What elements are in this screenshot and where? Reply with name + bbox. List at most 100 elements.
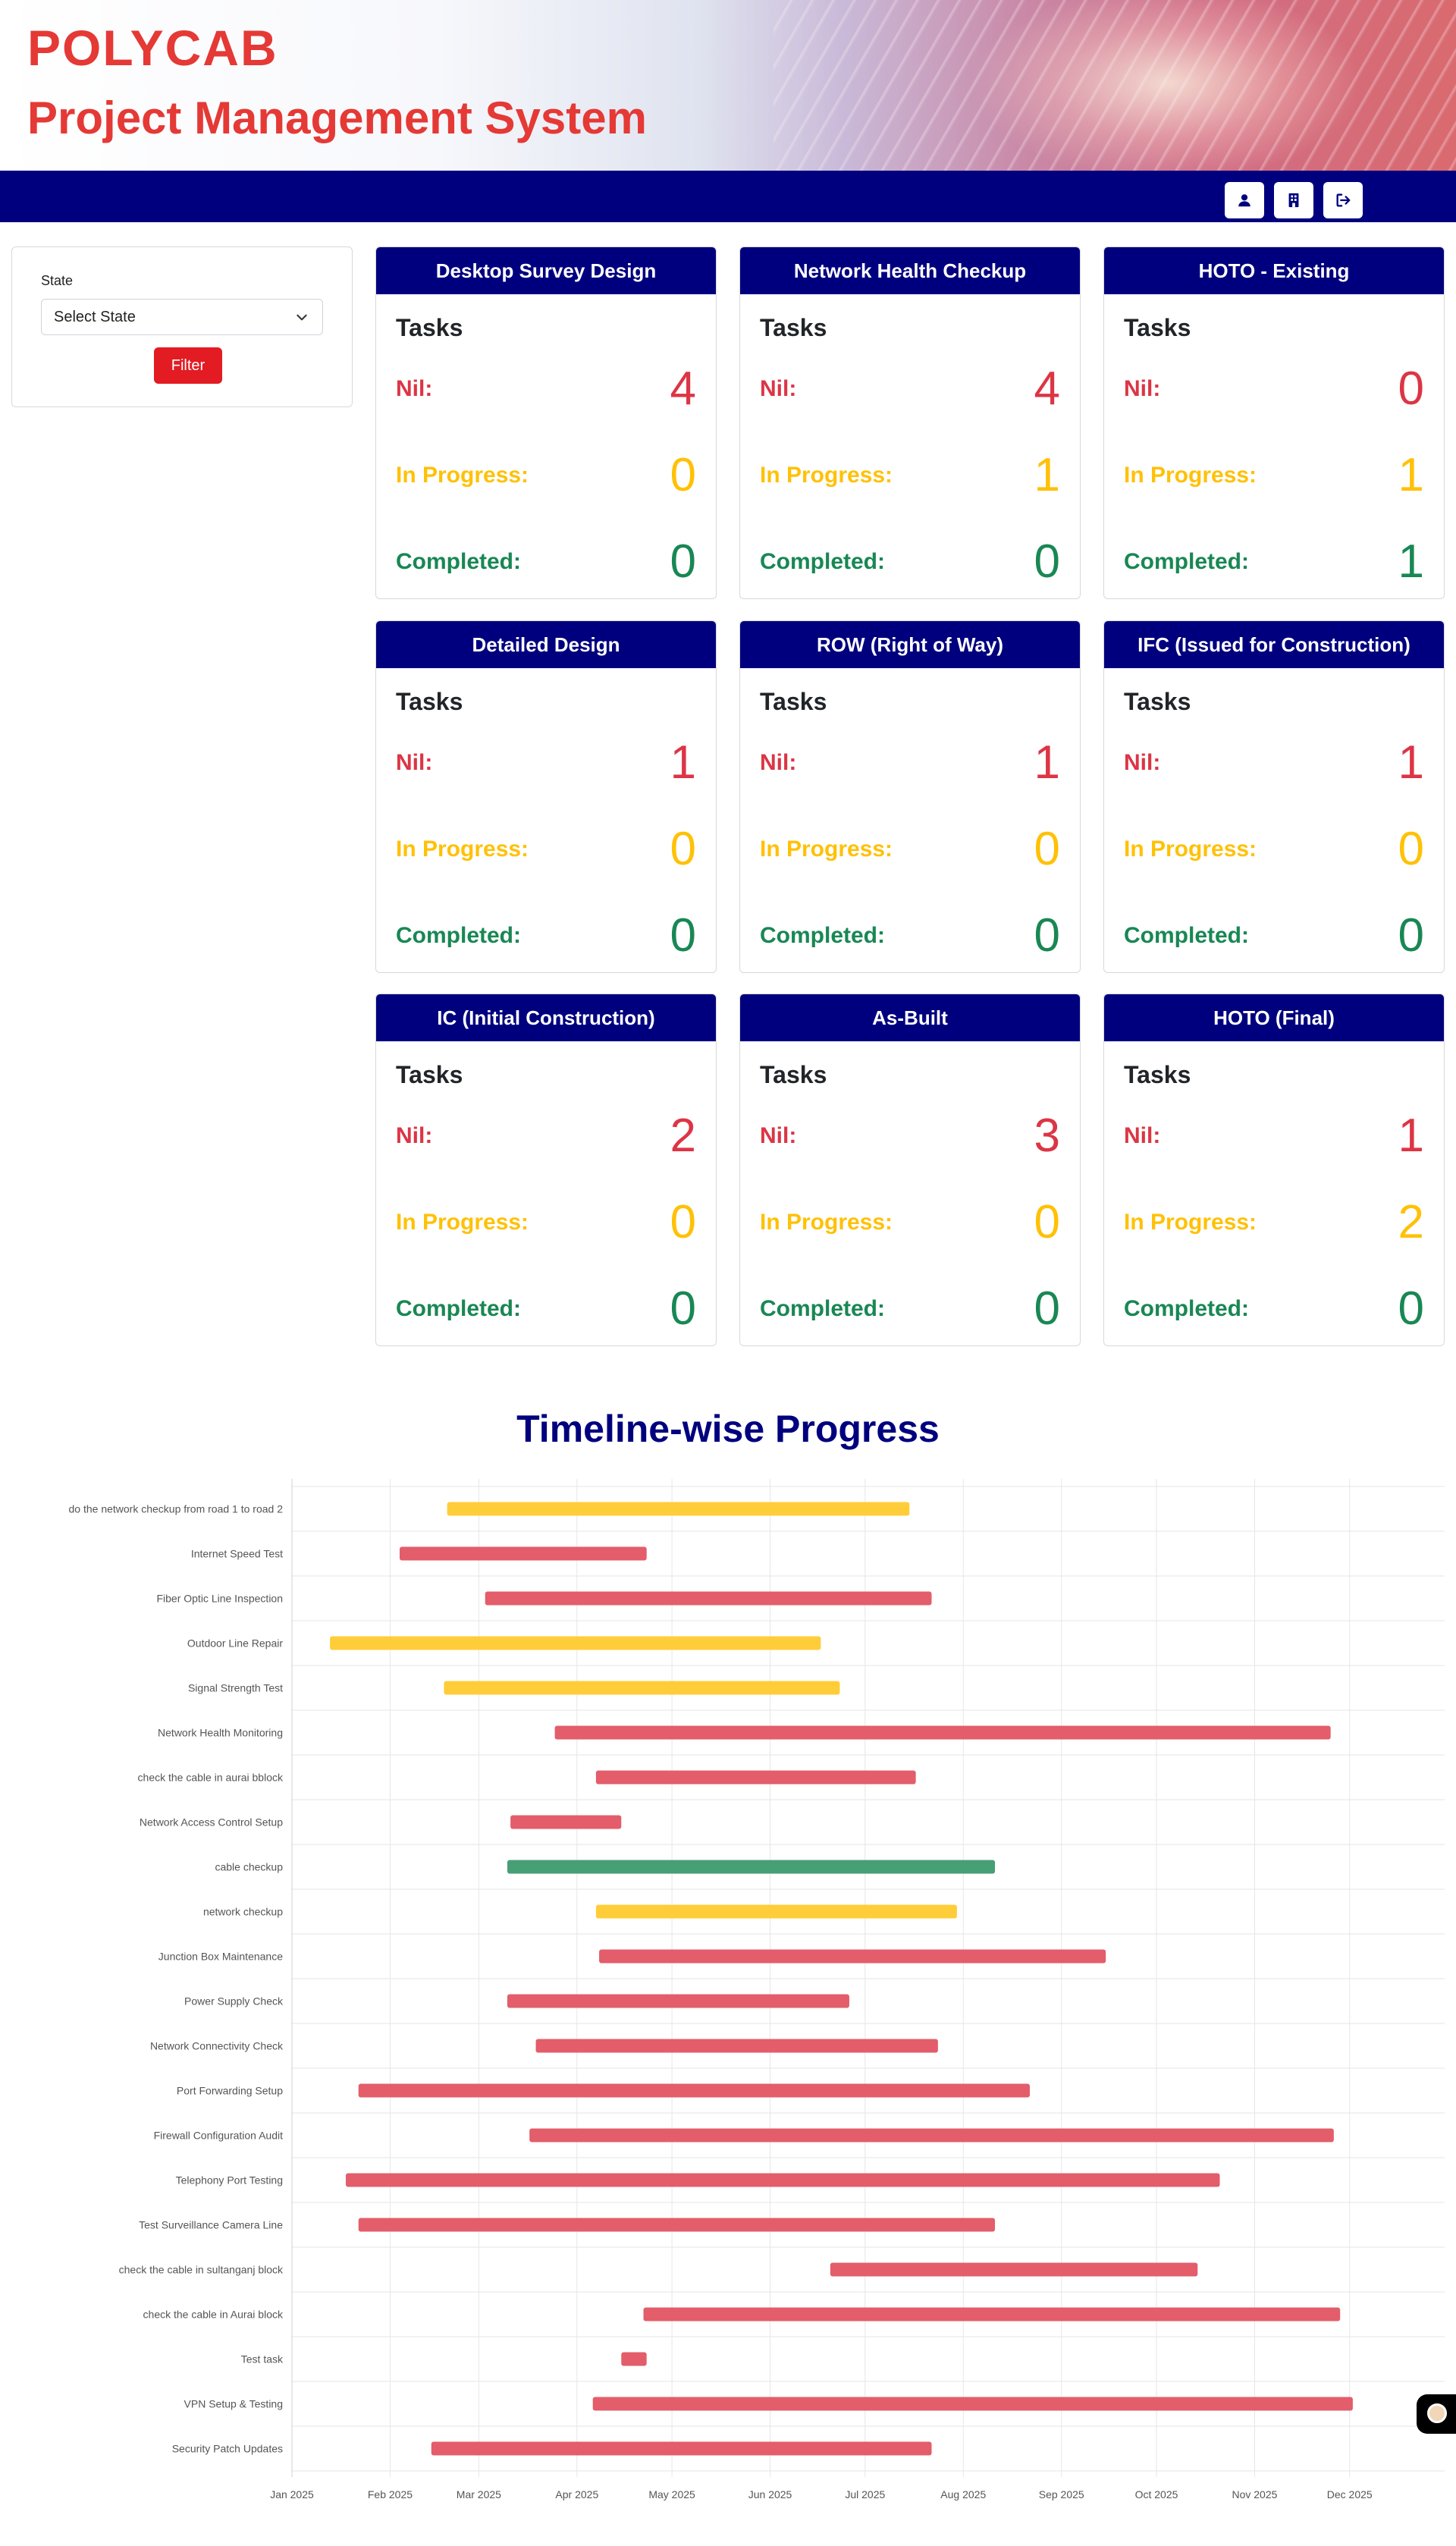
task-label: Firewall Configuration Audit xyxy=(154,2130,284,2142)
completed-count: 0 xyxy=(670,909,696,962)
completed-row: Completed: 0 xyxy=(1124,909,1424,962)
nil-count: 1 xyxy=(1398,736,1424,789)
task-bar xyxy=(345,2173,1220,2187)
task-label: Network Access Control Setup xyxy=(140,1816,283,1829)
card-tasks-heading: Tasks xyxy=(1124,1061,1191,1088)
nil-label: Nil: xyxy=(396,750,433,775)
card-tasks-heading: Tasks xyxy=(396,314,463,341)
task-label: Network Connectivity Check xyxy=(150,2040,284,2052)
task-bar xyxy=(358,2083,1030,2098)
nil-count: 1 xyxy=(670,736,696,789)
x-tick-label: May 2025 xyxy=(648,2488,695,2500)
task-label: check the cable in aurai bblock xyxy=(138,1772,284,1784)
card-title: As-Built xyxy=(740,994,1080,1041)
in-progress-label: In Progress: xyxy=(396,463,529,488)
in-progress-label: In Progress: xyxy=(760,1210,893,1235)
completed-count: 0 xyxy=(1398,1282,1424,1335)
task-label: check the cable in sultanganj block xyxy=(119,2264,284,2276)
x-tick-label: Feb 2025 xyxy=(368,2488,413,2500)
task-label: Network Health Monitoring xyxy=(158,1727,283,1739)
task-card: HOTO - Existing Tasks Nil: 0 In Progress: 1 Co… xyxy=(1103,246,1445,599)
logout-button[interactable] xyxy=(1323,182,1363,218)
nil-row: Nil: 2 xyxy=(396,1110,696,1163)
in-progress-row: In Progress: 0 xyxy=(396,1196,696,1249)
profile-button[interactable] xyxy=(1225,182,1264,218)
completed-row: Completed: 0 xyxy=(396,535,696,589)
x-tick-label: Dec 2025 xyxy=(1327,2488,1373,2500)
card-title: Detailed Design xyxy=(376,621,716,668)
task-card: HOTO (Final) Tasks Nil: 1 In Progress: 2 Compl… xyxy=(1103,994,1445,1346)
x-tick-label: Aug 2025 xyxy=(940,2488,986,2500)
task-bar xyxy=(399,1546,647,1561)
x-tick-label: Sep 2025 xyxy=(1039,2488,1084,2500)
completed-label: Completed: xyxy=(760,923,885,948)
banner-fiber-image xyxy=(774,0,1456,171)
completed-label: Completed: xyxy=(760,1296,885,1321)
nil-label: Nil: xyxy=(1124,376,1161,401)
task-bar xyxy=(595,1770,916,1785)
task-label: Power Supply Check xyxy=(184,1995,284,2008)
task-bar xyxy=(507,1860,996,1874)
nil-label: Nil: xyxy=(396,376,433,401)
in-progress-row: In Progress: 0 xyxy=(396,823,696,876)
completed-label: Completed: xyxy=(1124,923,1249,948)
task-bar xyxy=(330,1636,821,1650)
in-progress-count: 2 xyxy=(1398,1196,1424,1248)
task-bar xyxy=(444,1681,840,1695)
task-label: Signal Strength Test xyxy=(188,1682,283,1694)
header-banner: POLYCAB Project Management System xyxy=(0,0,1456,171)
completed-count: 0 xyxy=(1034,1282,1060,1335)
in-progress-label: In Progress: xyxy=(1124,1210,1257,1235)
task-bar xyxy=(510,1815,622,1829)
task-bar xyxy=(358,2218,996,2232)
task-label: Telephony Port Testing xyxy=(176,2174,283,2187)
completed-row: Completed: 0 xyxy=(760,909,1060,962)
task-bar xyxy=(529,2128,1334,2143)
task-label: Port Forwarding Setup xyxy=(177,2085,283,2097)
timeline-gantt-chart: Jan 2025 Feb 2025 Mar 2025 Apr 2025 May 2025… xyxy=(69,1479,1445,2500)
nil-count: 0 xyxy=(1398,363,1424,415)
in-progress-label: In Progress: xyxy=(396,837,529,862)
company-button[interactable] xyxy=(1274,182,1313,218)
completed-count: 1 xyxy=(1398,535,1424,588)
completed-label: Completed: xyxy=(1124,1296,1249,1321)
card-title: IC (Initial Construction) xyxy=(376,994,716,1041)
state-select-value: Select State xyxy=(54,308,136,325)
task-card: ROW (Right of Way) Tasks Nil: 1 In Progress:… xyxy=(739,620,1081,973)
completed-label: Completed: xyxy=(396,923,521,948)
task-bar xyxy=(447,1502,910,1516)
task-bar xyxy=(554,1725,1331,1740)
nil-label: Nil: xyxy=(760,750,797,775)
task-bar xyxy=(485,1591,932,1606)
x-tick-label: Jul 2025 xyxy=(845,2488,885,2500)
task-label: cable checkup xyxy=(215,1861,283,1873)
in-progress-row: In Progress: 2 xyxy=(1124,1196,1424,1249)
in-progress-label: In Progress: xyxy=(1124,463,1257,488)
completed-row: Completed: 0 xyxy=(760,535,1060,589)
nil-label: Nil: xyxy=(760,376,797,401)
task-bar xyxy=(507,1994,849,2008)
task-card: Detailed Design Tasks Nil: 1 In Progress: 0 Co… xyxy=(375,620,717,973)
task-label: Fiber Optic Line Inspection xyxy=(156,1593,283,1605)
x-tick-label: Nov 2025 xyxy=(1232,2488,1277,2500)
completed-count: 0 xyxy=(1398,909,1424,962)
in-progress-count: 0 xyxy=(1034,1196,1060,1248)
nil-label: Nil: xyxy=(1124,1123,1161,1148)
state-select[interactable]: Select State xyxy=(41,299,323,335)
task-label: Internet Speed Test xyxy=(191,1548,283,1560)
card-tasks-heading: Tasks xyxy=(760,1061,827,1088)
filter-button[interactable]: Filter xyxy=(154,347,222,384)
completed-label: Completed: xyxy=(760,549,885,574)
card-tasks-heading: Tasks xyxy=(760,314,827,341)
task-label: Test task xyxy=(241,2353,284,2365)
task-card: Desktop Survey Design Tasks Nil: 4 In Progre… xyxy=(375,246,717,599)
nil-row: Nil: 1 xyxy=(760,736,1060,790)
completed-row: Completed: 0 xyxy=(760,1282,1060,1336)
chat-widget-button[interactable] xyxy=(1417,2394,1456,2434)
task-label: network checkup xyxy=(203,1906,283,1918)
completed-label: Completed: xyxy=(396,549,521,574)
in-progress-row: In Progress: 0 xyxy=(396,449,696,502)
nil-row: Nil: 4 xyxy=(396,363,696,416)
nil-count: 2 xyxy=(670,1110,696,1162)
completed-row: Completed: 1 xyxy=(1124,535,1424,589)
